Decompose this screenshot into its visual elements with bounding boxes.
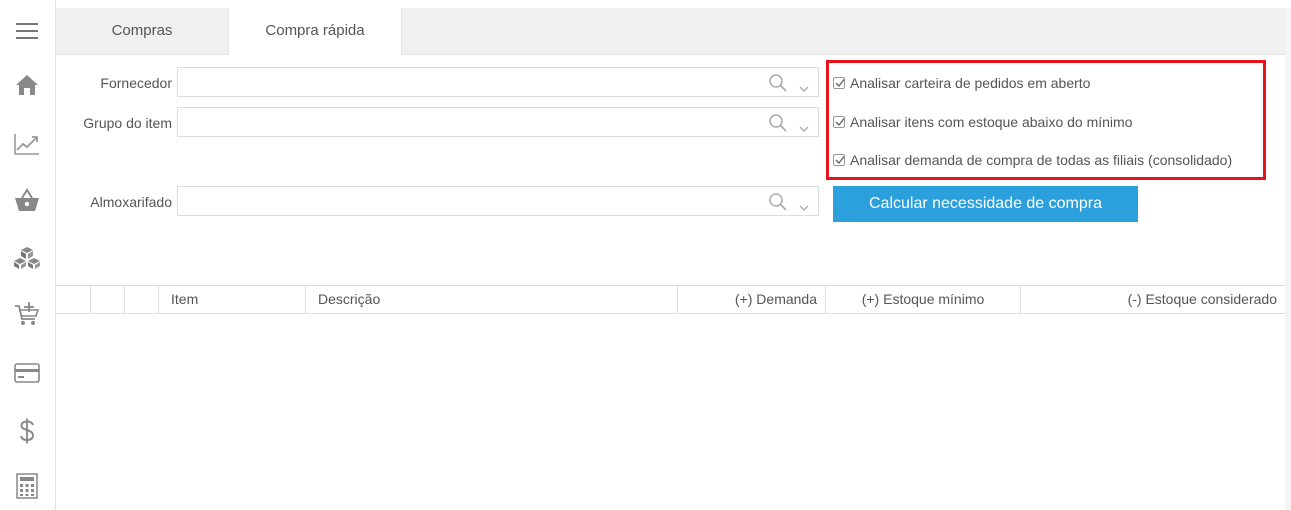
basket-icon[interactable] [7,180,47,220]
grid-col-select[interactable] [56,286,91,313]
chevron-down-icon[interactable] [799,119,809,137]
dollar-icon[interactable] [7,411,47,451]
calculator-icon[interactable] [7,466,47,506]
grid-col-descricao[interactable]: Descrição [306,286,678,313]
option-label: Analisar demanda de compra de todas as f… [850,152,1233,168]
calcular-necessidade-button[interactable]: Calcular necessidade de compra [833,186,1138,222]
menu-icon[interactable] [7,11,47,51]
chevron-down-icon[interactable] [799,79,809,97]
sidebar [0,0,56,510]
grid-col-status[interactable] [125,286,159,313]
tab-bar: Compras Compra rápida [56,8,1285,55]
search-icon[interactable] [768,192,788,217]
grupo-label: Grupo do item [83,115,172,131]
chart-icon[interactable] [7,124,47,164]
checkbox-checked-icon[interactable] [833,77,845,89]
fornecedor-field[interactable] [177,67,819,97]
option-label: Analisar itens com estoque abaixo do mín… [850,114,1133,130]
grid-col-flag[interactable] [91,286,125,313]
grid-col-demanda[interactable]: (+) Demanda [678,286,826,313]
almoxarifado-field[interactable] [177,186,819,216]
chevron-down-icon[interactable] [799,198,809,216]
checkbox-checked-icon[interactable] [833,116,845,128]
boxes-icon[interactable] [7,238,47,278]
tab-compras[interactable]: Compras [56,8,228,54]
tab-compra-rapida[interactable]: Compra rápida [228,8,402,55]
grid-col-item[interactable]: Item [159,286,306,313]
grid-col-estoque-minimo[interactable]: (+) Estoque mínimo [826,286,1021,313]
home-icon[interactable] [7,65,47,105]
search-icon[interactable] [768,113,788,138]
right-scroll-edge [1285,8,1291,510]
card-icon[interactable] [7,353,47,393]
checkbox-checked-icon[interactable] [833,154,845,166]
search-icon[interactable] [768,73,788,98]
option-estoque-minimo[interactable]: Analisar itens com estoque abaixo do mín… [833,112,1132,132]
grid-header: Item Descrição (+) Demanda (+) Estoque m… [56,285,1285,314]
grid-col-estoque-considerado[interactable]: (-) Estoque considerado [1021,286,1285,313]
option-carteira-pedidos[interactable]: Analisar carteira de pedidos em aberto [833,73,1090,93]
option-demanda-filiais[interactable]: Analisar demanda de compra de todas as f… [833,150,1232,170]
option-label: Analisar carteira de pedidos em aberto [850,75,1091,91]
cart-add-icon[interactable] [7,295,47,335]
fornecedor-label: Fornecedor [100,75,172,91]
grupo-field[interactable] [177,107,819,137]
almoxarifado-label: Almoxarifado [90,194,172,210]
